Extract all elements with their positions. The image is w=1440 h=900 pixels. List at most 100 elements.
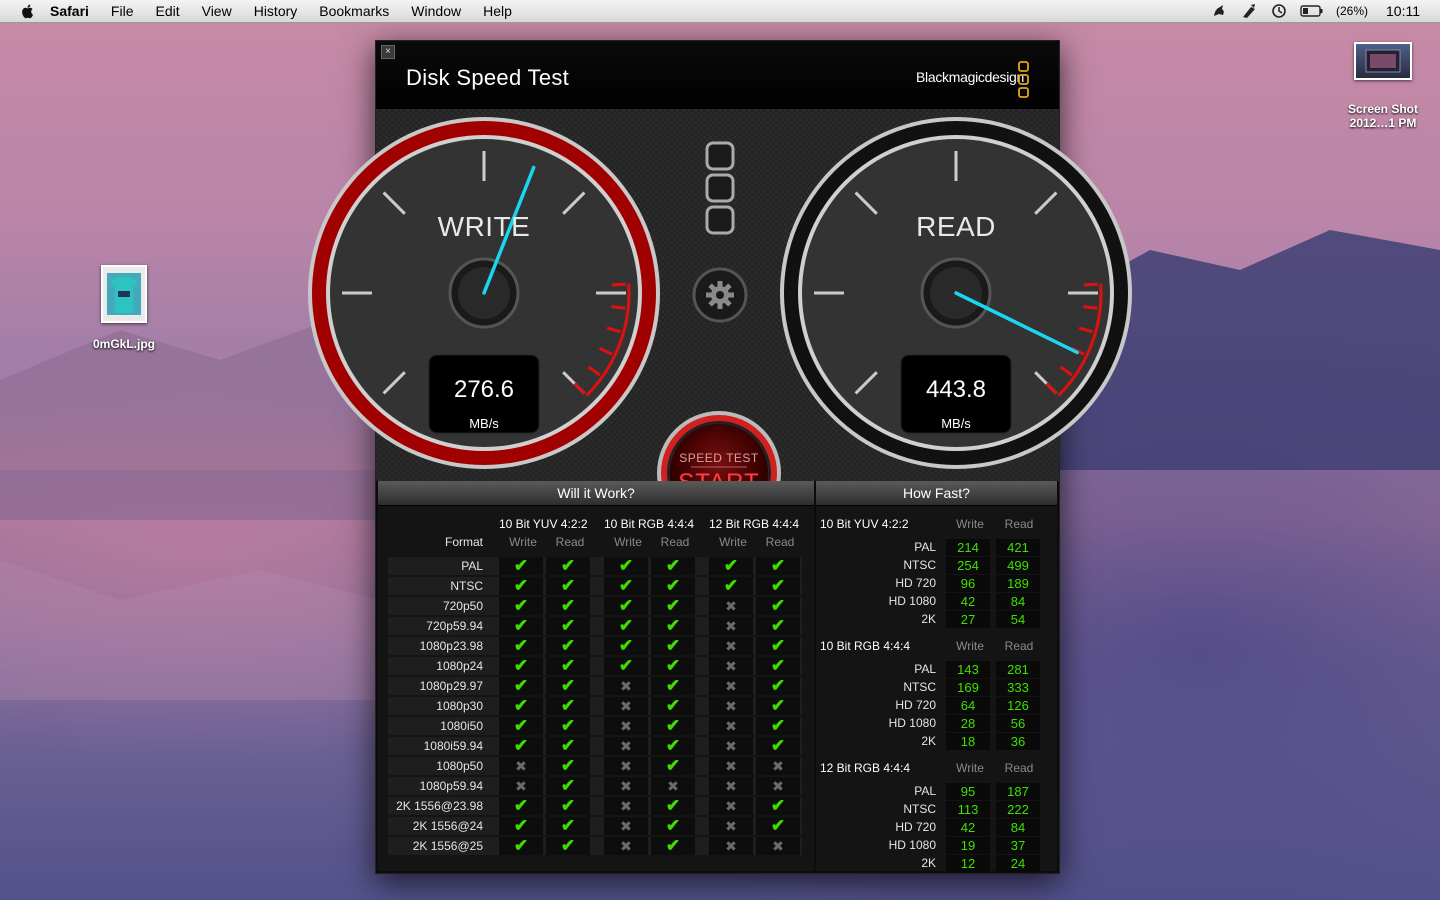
- hf-read-value: 421: [996, 539, 1040, 556]
- hf-format-label: NTSC: [903, 558, 936, 572]
- ww-write-header: Write: [614, 535, 642, 549]
- check-icon: ✔: [756, 797, 800, 815]
- menu-help[interactable]: Help: [483, 3, 512, 19]
- cross-icon: ✖: [604, 817, 648, 835]
- will-it-work-title: Will it Work?: [378, 481, 814, 506]
- check-icon: ✔: [546, 737, 590, 755]
- gauge-redzone-tick: [611, 305, 626, 310]
- hf-read-value: 189: [996, 575, 1040, 592]
- menu-bookmarks[interactable]: Bookmarks: [319, 3, 389, 19]
- apple-icon[interactable]: [20, 3, 36, 19]
- cross-icon: ✖: [709, 697, 753, 715]
- hf-write-value: 18: [946, 733, 990, 750]
- check-icon: ✔: [499, 557, 543, 575]
- hf-write-value: 169: [946, 679, 990, 696]
- ww-format-header: Format: [444, 535, 483, 549]
- gauge-panel: WRITE 276.6 MB/s READ 443.8 MB/s SPEED T…: [308, 109, 1132, 535]
- check-icon: ✔: [499, 737, 543, 755]
- ww-format-label: 1080p50: [436, 759, 483, 773]
- check-icon: ✔: [709, 557, 753, 575]
- hf-read-header: Read: [1004, 517, 1034, 531]
- cross-icon: ✖: [499, 777, 543, 795]
- hf-write-value: 113: [946, 801, 990, 818]
- menu-edit[interactable]: Edit: [155, 3, 179, 19]
- cross-icon: ✖: [709, 717, 753, 735]
- cross-icon: ✖: [709, 737, 753, 755]
- hf-read-value: 84: [996, 593, 1040, 610]
- ww-format-label: 2K 1556@25: [412, 839, 483, 853]
- window-title: Disk Speed Test: [406, 65, 570, 90]
- menu-clock[interactable]: 10:11: [1386, 3, 1420, 19]
- check-icon: ✔: [546, 757, 590, 775]
- ww-format-label: NTSC: [450, 579, 483, 593]
- check-icon: ✔: [756, 717, 800, 735]
- desktop-image-file[interactable]: 0mGkL.jpg: [86, 265, 162, 351]
- hf-write-value: 96: [946, 575, 990, 592]
- cross-icon: ✖: [756, 777, 800, 795]
- write-speed-value: 276.6: [453, 376, 515, 403]
- cross-icon: ✖: [604, 697, 648, 715]
- image-file-thumbnail: [101, 265, 147, 323]
- ww-format-label: 2K 1556@24: [412, 819, 483, 833]
- check-icon: ✔: [499, 797, 543, 815]
- check-icon: ✔: [651, 757, 695, 775]
- hf-read-header: Read: [1004, 639, 1034, 653]
- gauge-redzone-tick: [1083, 282, 1098, 287]
- cross-icon: ✖: [709, 617, 753, 635]
- check-icon: ✔: [651, 717, 695, 735]
- hf-format-label: 2K: [921, 612, 936, 626]
- check-icon: ✔: [651, 697, 695, 715]
- growl-icon[interactable]: [1210, 3, 1228, 19]
- check-icon: ✔: [499, 697, 543, 715]
- check-icon: ✔: [756, 657, 800, 675]
- close-icon[interactable]: ×: [381, 45, 395, 59]
- script-icon[interactable]: [1240, 3, 1258, 19]
- desktop-screenshot-file[interactable]: Screen Shot 2012…1 PM: [1338, 42, 1428, 130]
- hf-format-label: PAL: [914, 540, 936, 554]
- check-icon: ✔: [499, 657, 543, 675]
- check-icon: ✔: [651, 637, 695, 655]
- hf-format-label: PAL: [914, 784, 936, 798]
- hf-write-value: 12: [946, 855, 990, 872]
- time-machine-icon[interactable]: [1270, 3, 1288, 19]
- disk-speed-test-window: × Disk Speed Test Blackmagicdesign WRITE…: [308, 40, 1132, 874]
- hf-write-value: 42: [946, 819, 990, 836]
- hf-read-value: 499: [996, 557, 1040, 574]
- hf-format-label: HD 720: [895, 698, 936, 712]
- window-titlebar[interactable]: × Disk Speed Test Blackmagicdesign: [376, 41, 1059, 109]
- image-file-label: 0mGkL.jpg: [92, 337, 155, 351]
- menu-history[interactable]: History: [254, 3, 298, 19]
- hf-read-value: 281: [996, 661, 1040, 678]
- menu-view[interactable]: View: [202, 3, 232, 19]
- check-icon: ✔: [604, 657, 648, 675]
- menu-file[interactable]: File: [111, 3, 134, 19]
- check-icon: ✔: [546, 557, 590, 575]
- ww-format-label: 720p50: [442, 599, 483, 613]
- ww-format-label: 720p59.94: [426, 619, 483, 633]
- read-speed-unit: MB/s: [941, 416, 971, 431]
- hf-write-header: Write: [956, 761, 984, 775]
- hf-format-label: HD 1080: [888, 716, 936, 730]
- hf-read-header: Read: [1004, 761, 1034, 775]
- menu-window[interactable]: Window: [411, 3, 461, 19]
- check-icon: ✔: [546, 657, 590, 675]
- cross-icon: ✖: [709, 777, 753, 795]
- will-it-work-panel: Will it Work? 10 Bit YUV 4:2:2 10 Bit RGB…: [378, 481, 814, 871]
- check-icon: ✔: [604, 597, 648, 615]
- hf-read-value: 187: [996, 783, 1040, 800]
- hf-write-value: 95: [946, 783, 990, 800]
- check-icon: ✔: [546, 717, 590, 735]
- read-gauge-title: READ: [916, 211, 996, 242]
- hf-format-label: 2K: [921, 856, 936, 870]
- cross-icon: ✖: [709, 657, 753, 675]
- check-icon: ✔: [756, 697, 800, 715]
- hf-write-value: 42: [946, 593, 990, 610]
- hf-format-label: NTSC: [903, 680, 936, 694]
- check-icon: ✔: [546, 817, 590, 835]
- read-speed-value: 443.8: [925, 376, 987, 403]
- menu-app-name[interactable]: Safari: [50, 3, 89, 19]
- battery-icon[interactable]: [1300, 3, 1324, 19]
- check-icon: ✔: [499, 597, 543, 615]
- check-icon: ✔: [651, 817, 695, 835]
- gear-icon[interactable]: [692, 267, 748, 323]
